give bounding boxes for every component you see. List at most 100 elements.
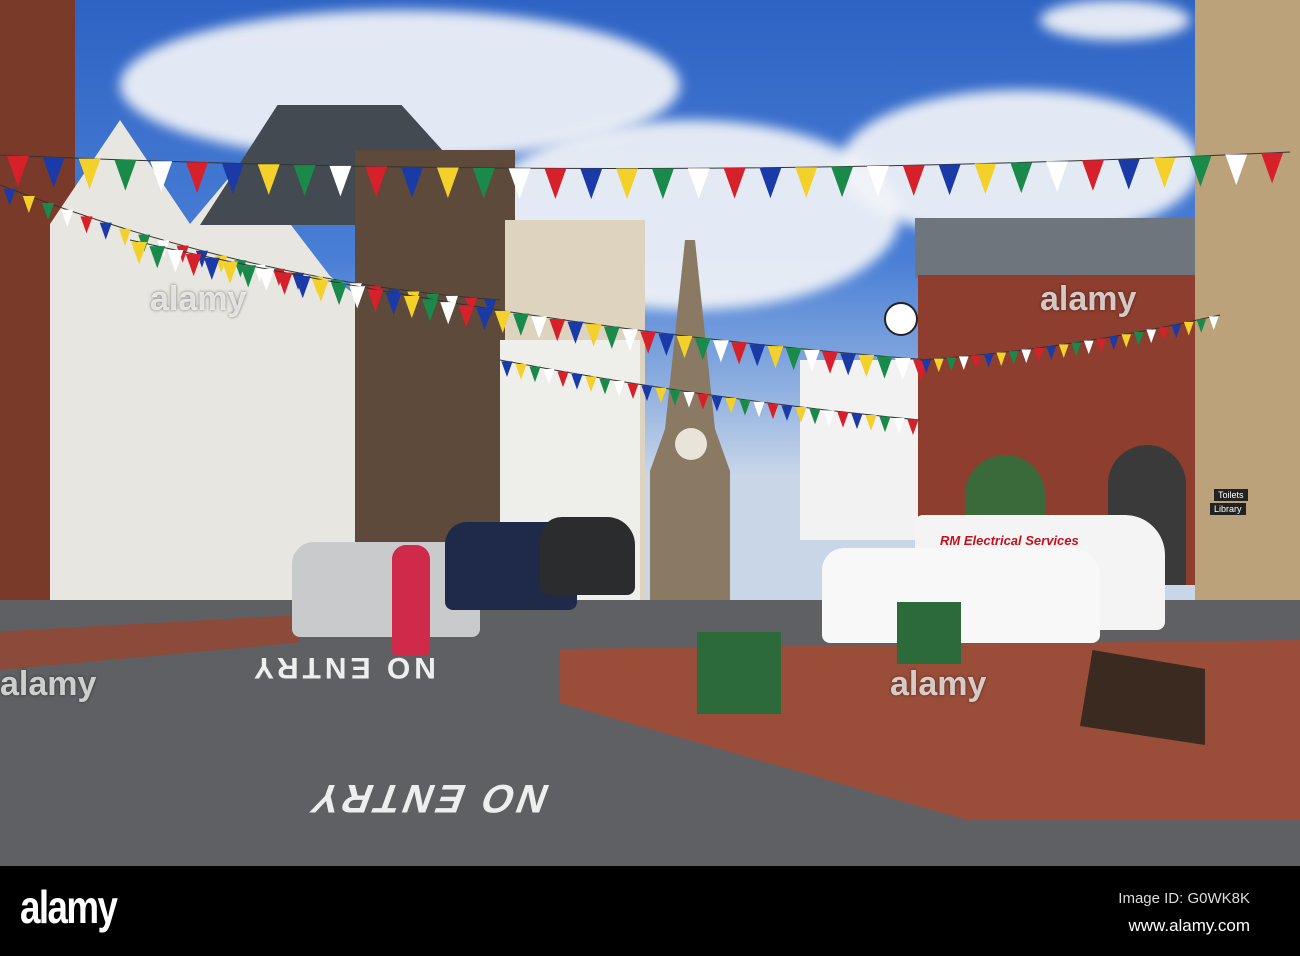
bunting-flag xyxy=(865,415,877,431)
bunting-flag xyxy=(1158,327,1169,341)
bunting-flag xyxy=(974,163,997,195)
bunting-flag xyxy=(549,319,566,342)
bunting-flag xyxy=(697,393,709,410)
bunting-flag xyxy=(150,161,173,192)
watermark: alamy xyxy=(890,665,987,703)
bunting-flag xyxy=(627,383,639,399)
bunting-flag xyxy=(893,417,905,434)
bunting-flag xyxy=(293,165,316,196)
bunting-flag xyxy=(1071,342,1082,357)
site-url[interactable]: www.alamy.com xyxy=(1128,916,1250,936)
bunting-flag xyxy=(866,166,889,197)
bunting-flag xyxy=(22,195,35,213)
bunting-flag xyxy=(1008,351,1019,365)
bunting-flag xyxy=(767,403,779,420)
bunting-flag xyxy=(651,168,674,200)
bunting-flag xyxy=(80,216,93,234)
bunting-flag xyxy=(687,168,710,199)
bunting-flag xyxy=(571,373,583,390)
bunting-flag xyxy=(149,246,166,269)
bunting-flag xyxy=(1046,161,1069,193)
bunting-string xyxy=(0,184,501,301)
bunting-flag xyxy=(42,157,65,188)
bunting-flag xyxy=(567,321,584,344)
bunting-flag xyxy=(6,155,29,187)
bunting-flag xyxy=(1153,157,1176,189)
bunting-flag xyxy=(61,209,74,227)
bunting-flag xyxy=(894,357,911,381)
bunting-flag xyxy=(676,335,693,359)
bunting-flag xyxy=(840,353,857,376)
bunting-flag xyxy=(622,329,638,352)
bunting-flag xyxy=(712,340,729,363)
bunting-flag xyxy=(1058,344,1069,358)
bunting-flag xyxy=(365,166,388,198)
bunting-flag xyxy=(78,158,101,190)
bunting-flag xyxy=(114,159,137,191)
bunting-flag xyxy=(1117,158,1140,190)
bunting-flag xyxy=(42,203,55,221)
bunting-flag xyxy=(329,165,352,197)
bunting-flag xyxy=(331,282,348,306)
footer-bar: alamy Image ID: G0WK8K www.alamy.com xyxy=(0,866,1300,956)
bunting-flag xyxy=(795,407,807,423)
bunting-flag xyxy=(1225,154,1248,186)
bunting-flag xyxy=(544,168,567,200)
bunting-flag xyxy=(167,250,184,273)
bunting-flag xyxy=(781,405,793,421)
bunting-flag xyxy=(349,286,366,309)
bunting-flag xyxy=(1208,316,1219,330)
bunting-flag xyxy=(603,326,620,349)
image-id: Image ID: G0WK8K xyxy=(1118,890,1250,907)
bunting-flag xyxy=(472,167,495,199)
bunting-flag xyxy=(803,349,820,373)
bunting-flag xyxy=(494,310,511,334)
bunting-flag xyxy=(822,351,838,374)
bunting-flag xyxy=(508,168,531,199)
bunting-flag xyxy=(971,355,982,369)
bunting-flag xyxy=(401,167,424,198)
bunting-flag xyxy=(221,163,244,194)
bunting-flag xyxy=(118,228,132,246)
bunting-flag xyxy=(879,416,891,433)
bunting-string xyxy=(919,314,1221,361)
bunting-flag xyxy=(1083,340,1094,355)
bunting-flag xyxy=(131,242,148,265)
bunting xyxy=(0,151,1291,435)
bunting-flag xyxy=(1183,321,1194,336)
bunting-flag xyxy=(655,387,667,404)
bunting-flag xyxy=(616,168,639,200)
bunting-flag xyxy=(312,279,329,302)
bunting-string xyxy=(499,359,921,421)
bunting-flag xyxy=(725,397,737,414)
bunting-flag xyxy=(1133,331,1144,346)
bunting-flag xyxy=(759,167,782,199)
bunting-flag xyxy=(585,324,602,347)
bunting-flag xyxy=(640,331,657,354)
bunting-flag xyxy=(531,316,548,339)
bunting-flag xyxy=(767,346,784,369)
bunting-flag xyxy=(902,165,925,196)
bunting-flag xyxy=(1033,347,1044,362)
bunting-flag xyxy=(1171,324,1182,339)
watermark: alamy xyxy=(0,665,97,703)
bunting-flag xyxy=(512,313,529,336)
bunting-flag xyxy=(367,289,384,312)
bunting-flag xyxy=(938,164,961,196)
bunting-flag xyxy=(1108,336,1119,350)
bunting-flag xyxy=(739,399,751,416)
bunting-flag xyxy=(257,164,280,195)
bunting-flag xyxy=(99,222,112,240)
bunting-flag xyxy=(186,162,209,193)
bunting-flag xyxy=(436,167,459,199)
bunting-flag xyxy=(641,385,653,402)
bunting-flag xyxy=(543,369,555,385)
bunting-flag xyxy=(749,344,766,367)
bunting-flag xyxy=(1196,319,1207,333)
bunting-flag xyxy=(858,354,875,378)
bunting-flag xyxy=(669,389,681,406)
bunting-flag xyxy=(711,395,723,412)
bunting-flag xyxy=(422,299,438,322)
bunting-flag xyxy=(613,381,625,397)
bunting-flag xyxy=(203,257,220,280)
